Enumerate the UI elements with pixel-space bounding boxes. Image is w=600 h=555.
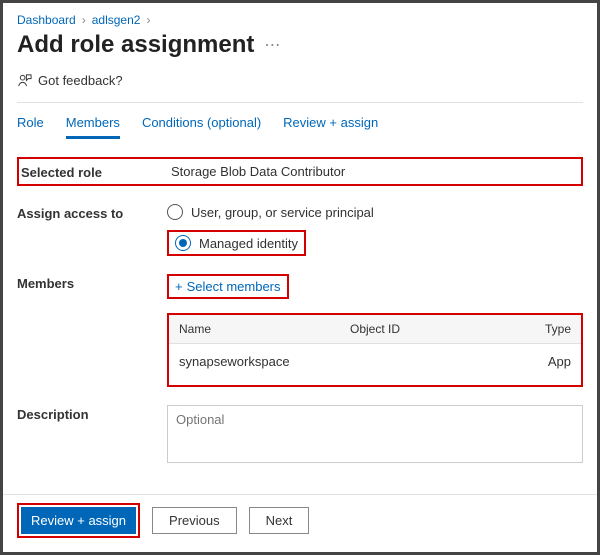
- chevron-right-icon: ›: [146, 13, 150, 27]
- assign-access-label: Assign access to: [17, 204, 167, 256]
- tabs: Role Members Conditions (optional) Revie…: [17, 115, 583, 139]
- members-label: Members: [17, 274, 167, 299]
- select-members-button[interactable]: + Select members: [175, 279, 281, 294]
- feedback-link[interactable]: Got feedback?: [17, 73, 583, 103]
- breadcrumb-dashboard[interactable]: Dashboard: [17, 13, 76, 27]
- feedback-label: Got feedback?: [38, 73, 123, 88]
- cell-type: App: [521, 354, 571, 369]
- radio-managed-identity[interactable]: Managed identity: [175, 235, 298, 251]
- members-table: Name Object ID Type synapseworkspace App: [167, 313, 583, 387]
- page-title: Add role assignment: [17, 31, 254, 59]
- radio-checked-icon: [175, 235, 191, 251]
- radio-user-group[interactable]: User, group, or service principal: [167, 204, 583, 220]
- tab-review[interactable]: Review + assign: [283, 115, 378, 139]
- radio-user-group-label: User, group, or service principal: [191, 205, 374, 220]
- col-header-name: Name: [179, 322, 350, 336]
- plus-icon: +: [175, 279, 183, 294]
- radio-managed-identity-label: Managed identity: [199, 236, 298, 251]
- selected-role-label: Selected role: [21, 163, 171, 180]
- previous-button[interactable]: Previous: [152, 507, 237, 534]
- col-header-object-id: Object ID: [350, 322, 521, 336]
- radio-icon: [167, 204, 183, 220]
- cell-name: synapseworkspace: [179, 354, 350, 369]
- tab-conditions[interactable]: Conditions (optional): [142, 115, 261, 139]
- selected-role-value: Storage Blob Data Contributor: [171, 164, 575, 179]
- tab-members[interactable]: Members: [66, 115, 120, 139]
- tab-role[interactable]: Role: [17, 115, 44, 139]
- col-header-type: Type: [521, 322, 571, 336]
- description-input[interactable]: [167, 405, 583, 463]
- chevron-right-icon: ›: [82, 13, 86, 27]
- more-icon[interactable]: ⋯: [264, 35, 280, 55]
- select-members-label: Select members: [187, 279, 281, 294]
- breadcrumb-adlsgen2[interactable]: adlsgen2: [92, 13, 141, 27]
- next-button[interactable]: Next: [249, 507, 310, 534]
- footer: Review + assign Previous Next: [3, 494, 597, 552]
- description-label: Description: [17, 405, 167, 463]
- review-assign-button[interactable]: Review + assign: [21, 507, 136, 534]
- person-feedback-icon: [17, 73, 32, 88]
- cell-object-id: [350, 354, 521, 369]
- breadcrumb: Dashboard › adlsgen2 ›: [17, 13, 583, 27]
- table-row[interactable]: synapseworkspace App: [169, 344, 581, 385]
